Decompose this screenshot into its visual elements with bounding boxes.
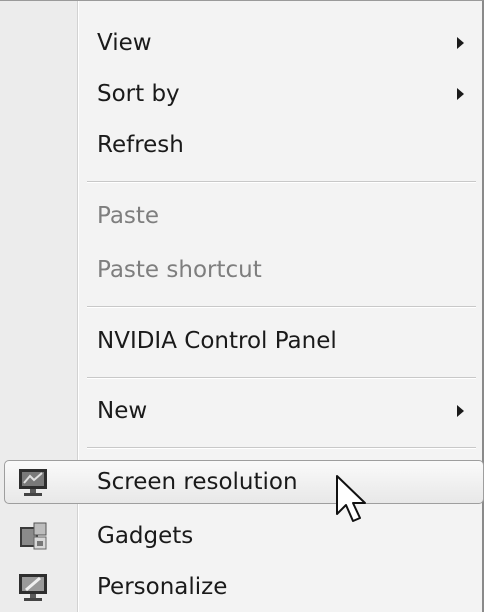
menu-item-label: Paste bbox=[97, 203, 160, 229]
menu-item-label: Personalize bbox=[97, 574, 228, 600]
menu-item-paste-shortcut: Paste shortcut bbox=[0, 244, 482, 296]
menu-separator bbox=[87, 306, 476, 308]
menu-separator bbox=[87, 377, 476, 379]
menu-item-label: Gadgets bbox=[97, 523, 194, 549]
menu-item-label: View bbox=[97, 30, 152, 56]
menu-item-view[interactable]: View bbox=[0, 17, 482, 69]
menu-item-label: NVIDIA Control Panel bbox=[97, 328, 337, 354]
desktop-context-menu: View Sort by Refresh Paste Paste shortcu… bbox=[0, 0, 484, 612]
menu-item-label: Paste shortcut bbox=[97, 257, 262, 283]
menu-item-label: Refresh bbox=[97, 132, 184, 158]
monitor-icon bbox=[19, 469, 47, 496]
menu-item-label: Screen resolution bbox=[97, 469, 298, 495]
menu-item-personalize[interactable]: Personalize bbox=[0, 561, 482, 613]
submenu-arrow-icon bbox=[457, 88, 464, 100]
submenu-arrow-icon bbox=[457, 37, 464, 49]
menu-item-sort-by[interactable]: Sort by bbox=[0, 68, 482, 120]
menu-item-label: Sort by bbox=[97, 81, 180, 107]
menu-item-label: New bbox=[97, 398, 148, 424]
menu-separator bbox=[87, 447, 476, 449]
menu-item-refresh[interactable]: Refresh bbox=[0, 119, 482, 171]
mouse-pointer-icon bbox=[336, 475, 366, 522]
gadgets-icon bbox=[20, 522, 47, 550]
submenu-arrow-icon bbox=[457, 405, 464, 417]
personalize-icon bbox=[19, 574, 47, 601]
menu-item-gadgets[interactable]: Gadgets bbox=[0, 510, 482, 562]
menu-item-new[interactable]: New bbox=[0, 385, 482, 437]
menu-item-nvidia-control-panel[interactable]: NVIDIA Control Panel bbox=[0, 315, 482, 367]
menu-separator bbox=[87, 181, 476, 183]
menu-item-paste: Paste bbox=[0, 190, 482, 242]
menu-item-screen-resolution[interactable]: Screen resolution bbox=[4, 456, 484, 508]
